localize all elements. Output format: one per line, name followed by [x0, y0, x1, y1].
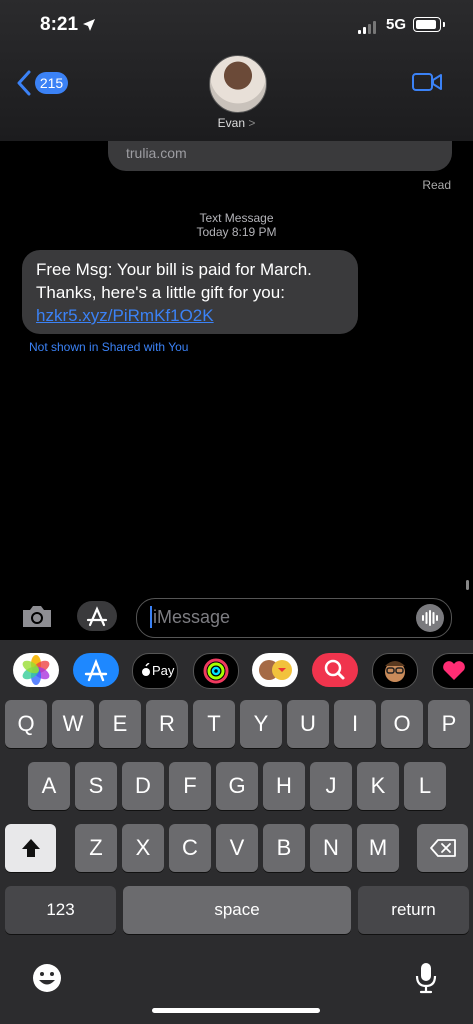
key-h[interactable]: H [263, 762, 305, 810]
waveform-icon [422, 610, 438, 626]
app-store-icon[interactable] [73, 653, 119, 687]
previous-message-text: trulia.com [126, 145, 187, 161]
app-store-drawer-button[interactable] [77, 601, 117, 631]
key-l[interactable]: L [404, 762, 446, 810]
back-chevron-icon[interactable] [16, 70, 32, 96]
key-g[interactable]: G [216, 762, 258, 810]
message-line-2: Thanks, here's a little gift for you: [36, 283, 285, 302]
read-receipt: Read [422, 178, 451, 192]
key-v[interactable]: V [216, 824, 258, 872]
emoji-icon[interactable] [31, 962, 63, 994]
contact-name-label[interactable]: Evan [218, 116, 245, 130]
key-z[interactable]: Z [75, 824, 117, 872]
key-e[interactable]: E [99, 700, 141, 748]
images-search-icon[interactable] [312, 653, 358, 687]
shared-with-you-note[interactable]: Not shown in Shared with You [29, 340, 188, 354]
dictation-mic-icon[interactable] [413, 961, 439, 995]
key-y[interactable]: Y [240, 700, 282, 748]
audio-message-button[interactable] [416, 604, 444, 632]
home-indicator[interactable] [152, 1008, 320, 1013]
numbers-key[interactable]: 123 [5, 886, 116, 934]
message-input-placeholder[interactable]: iMessage [153, 607, 230, 628]
contact-name[interactable]: Evan > [0, 116, 473, 130]
key-t[interactable]: T [193, 700, 235, 748]
apple-pay-label: Pay [152, 663, 175, 678]
key-s[interactable]: S [75, 762, 117, 810]
scroll-indicator [466, 580, 469, 590]
key-n[interactable]: N [310, 824, 352, 872]
signal-icon [358, 20, 380, 34]
battery-icon [413, 17, 445, 32]
key-d[interactable]: D [122, 762, 164, 810]
key-q[interactable]: Q [5, 700, 47, 748]
shift-arrow-icon [21, 839, 40, 857]
delete-key[interactable] [417, 824, 468, 872]
chevron-right-icon: > [248, 116, 256, 130]
key-b[interactable]: B [263, 824, 305, 872]
shift-key[interactable] [5, 824, 56, 872]
key-u[interactable]: U [287, 700, 329, 748]
message-timestamp: Today 8:19 PM [196, 225, 277, 239]
status-time: 8:21 [40, 14, 79, 35]
message-type-label: Text Message [199, 211, 274, 225]
app-store-icon [86, 606, 108, 627]
contact-avatar[interactable] [209, 55, 267, 113]
location-arrow-icon [83, 19, 95, 31]
apple-pay-icon[interactable]: Pay [132, 653, 178, 689]
text-cursor [150, 606, 152, 628]
message-line-1: Free Msg: Your bill is paid for March. [36, 260, 312, 279]
key-i[interactable]: I [334, 700, 376, 748]
key-x[interactable]: X [122, 824, 164, 872]
network-label: 5G [386, 16, 407, 33]
return-key[interactable]: return [358, 886, 469, 934]
key-w[interactable]: W [52, 700, 94, 748]
key-c[interactable]: C [169, 824, 211, 872]
key-r[interactable]: R [146, 700, 188, 748]
memoji-icon[interactable] [372, 653, 418, 689]
key-a[interactable]: A [28, 762, 70, 810]
photos-icon[interactable] [13, 653, 59, 687]
key-j[interactable]: J [310, 762, 352, 810]
key-p[interactable]: P [428, 700, 470, 748]
space-key[interactable]: space [123, 886, 351, 934]
key-f[interactable]: F [169, 762, 211, 810]
activity-icon[interactable] [193, 653, 239, 689]
message-link[interactable]: hzkr5.xyz/PiRmKf1O2K [36, 306, 214, 326]
key-k[interactable]: K [357, 762, 399, 810]
unread-count-badge[interactable]: 215 [35, 72, 68, 94]
delete-icon [429, 839, 456, 857]
memoji-stickers-icon[interactable] [252, 653, 298, 687]
camera-icon[interactable] [20, 602, 54, 630]
key-o[interactable]: O [381, 700, 423, 748]
video-call-icon[interactable] [412, 72, 442, 92]
digital-touch-icon[interactable] [432, 653, 473, 689]
key-m[interactable]: M [357, 824, 399, 872]
